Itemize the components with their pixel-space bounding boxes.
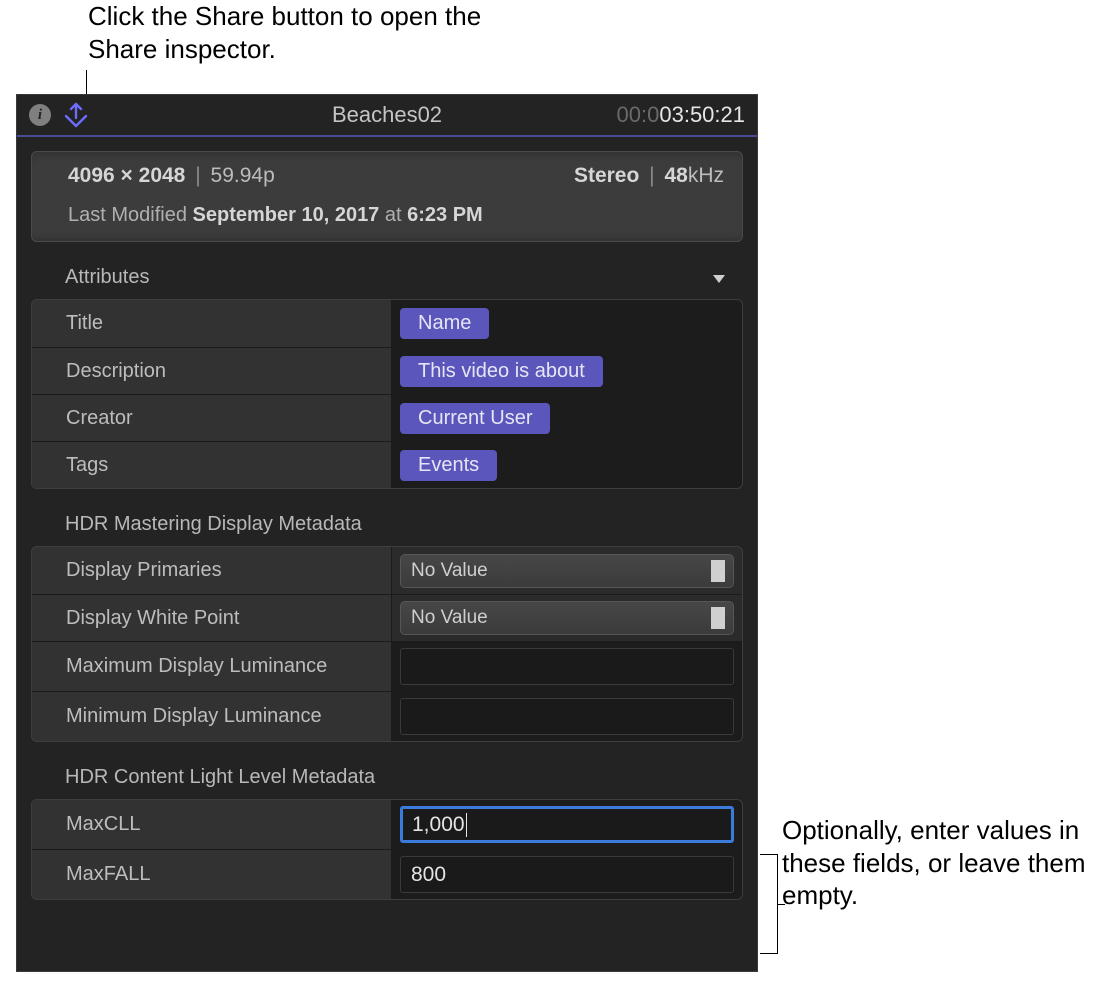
callout-fields: Optionally, enter values in these fields…	[782, 814, 1102, 912]
summary-audio: Stereo | 48kHz	[574, 164, 724, 188]
input-min-luminance[interactable]	[400, 698, 734, 735]
modified-time: 6:23 PM	[407, 204, 483, 226]
row-tags: Tags Events	[32, 441, 742, 488]
callout-bracket	[760, 854, 778, 954]
summary-video: 4096 × 2048 | 59.94p	[68, 164, 275, 188]
section-attributes-title: Attributes	[65, 266, 149, 289]
section-attributes-header[interactable]: Attributes	[31, 260, 743, 299]
label-display-white-point: Display White Point	[32, 595, 392, 641]
token-title[interactable]: Name	[400, 308, 489, 339]
token-description[interactable]: This video is about	[400, 356, 603, 387]
popup-display-white-point[interactable]: No Value	[400, 601, 734, 635]
label-description: Description	[32, 348, 392, 394]
row-display-white-point: Display White Point No Value	[32, 594, 742, 641]
row-display-primaries: Display Primaries No Value	[32, 547, 742, 594]
summary-audio-channels: Stereo	[574, 164, 639, 187]
value-tags[interactable]: Events	[392, 442, 742, 488]
row-creator: Creator Current User	[32, 394, 742, 441]
clip-summary: 4096 × 2048 | 59.94p Stereo | 48kHz Last…	[31, 151, 743, 242]
inspector-header: i Beaches02 00:003:50:21	[17, 95, 757, 137]
input-max-luminance[interactable]	[400, 648, 734, 685]
share-inspector-panel: i Beaches02 00:003:50:21 4096 × 2048 | 5…	[16, 94, 758, 972]
section-hdr-content-header: HDR Content Light Level Metadata	[31, 760, 743, 799]
token-tags[interactable]: Events	[400, 450, 497, 481]
summary-audio-rate: 48	[664, 164, 687, 187]
popup-display-primaries-value: No Value	[411, 560, 488, 582]
row-maxcll: MaxCLL 1,000	[32, 800, 742, 849]
popup-display-white-point-value: No Value	[411, 607, 488, 629]
value-creator[interactable]: Current User	[392, 395, 742, 441]
input-maxcll-value: 1,000	[412, 813, 465, 837]
timecode: 00:003:50:21	[617, 102, 745, 128]
stepper-arrows-icon	[713, 607, 725, 629]
token-creator[interactable]: Current User	[400, 403, 550, 434]
modified-date: September 10, 2017	[193, 204, 380, 226]
input-maxcll[interactable]: 1,000	[400, 806, 734, 843]
popup-display-primaries[interactable]: No Value	[400, 554, 734, 588]
label-creator: Creator	[32, 395, 392, 441]
modified-label: Last Modified	[68, 204, 187, 226]
section-attributes: Attributes Title Name Description This v…	[31, 260, 743, 489]
stepper-arrows-icon	[713, 560, 725, 582]
value-description[interactable]: This video is about	[392, 348, 742, 394]
row-title: Title Name	[32, 300, 742, 347]
summary-modified: Last Modified September 10, 2017 at 6:23…	[68, 204, 724, 227]
label-display-primaries: Display Primaries	[32, 547, 392, 594]
label-min-luminance: Minimum Display Luminance	[32, 692, 392, 741]
value-title[interactable]: Name	[392, 300, 742, 347]
timecode-bright: 03:50:21	[659, 102, 745, 127]
text-caret	[466, 813, 467, 837]
input-maxfall[interactable]	[400, 856, 734, 893]
row-max-luminance: Maximum Display Luminance	[32, 641, 742, 691]
summary-resolution: 4096 × 2048	[68, 164, 185, 187]
summary-audio-unit: kHz	[688, 164, 724, 187]
section-hdr-content-title: HDR Content Light Level Metadata	[65, 766, 375, 789]
chevron-down-icon	[713, 266, 725, 289]
label-title: Title	[32, 300, 392, 347]
summary-framerate: 59.94p	[211, 164, 275, 187]
row-description: Description This video is about	[32, 347, 742, 394]
share-icon[interactable]	[63, 102, 89, 128]
row-maxfall: MaxFALL	[32, 849, 742, 899]
label-maxfall: MaxFALL	[32, 850, 392, 899]
section-hdr-mastering-header: HDR Mastering Display Metadata	[31, 507, 743, 546]
modified-at: at	[385, 204, 402, 226]
timecode-dim: 00:0	[617, 102, 660, 127]
label-tags: Tags	[32, 442, 392, 488]
label-max-luminance: Maximum Display Luminance	[32, 642, 392, 691]
info-icon[interactable]: i	[29, 104, 51, 126]
row-min-luminance: Minimum Display Luminance	[32, 691, 742, 741]
section-hdr-mastering-title: HDR Mastering Display Metadata	[65, 513, 362, 536]
section-hdr-content: HDR Content Light Level Metadata MaxCLL …	[31, 760, 743, 900]
section-hdr-mastering: HDR Mastering Display Metadata Display P…	[31, 507, 743, 742]
callout-share: Click the Share button to open the Share…	[88, 0, 508, 65]
label-maxcll: MaxCLL	[32, 800, 392, 849]
